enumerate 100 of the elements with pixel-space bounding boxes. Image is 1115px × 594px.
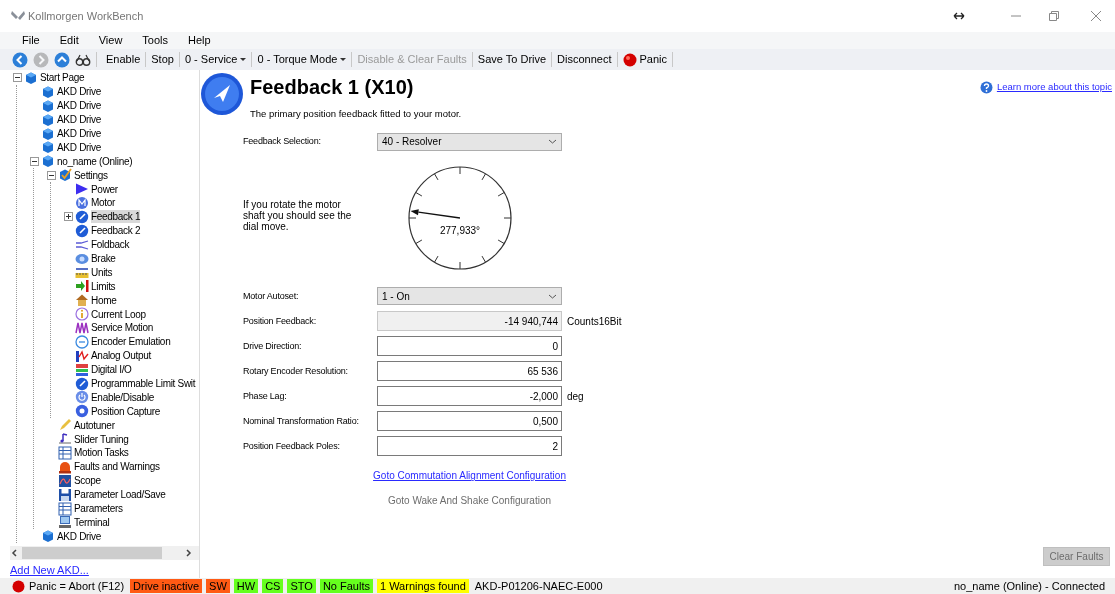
capture-icon: [75, 404, 89, 419]
tree-item[interactable]: Digital I/O: [91, 363, 132, 377]
menu-item[interactable]: View: [90, 32, 131, 49]
tree-item[interactable]: Faults and Warnings: [74, 460, 160, 474]
tree-item[interactable]: Feedback 1: [91, 210, 141, 224]
status-badge: STO: [287, 579, 316, 593]
tree-item[interactable]: AKD Drive: [57, 127, 101, 140]
config-link[interactable]: Goto Commutation Alignment Configuration: [373, 468, 566, 484]
alarm-icon: [58, 459, 72, 474]
unit-label: Counts16Bit: [567, 314, 622, 329]
cube-icon: [24, 70, 38, 85]
expand-icon[interactable]: [63, 212, 73, 222]
tree-item[interactable]: Settings: [74, 168, 108, 182]
chevron-down-icon: [548, 293, 557, 299]
feedback-select[interactable]: 40 - Resolver: [377, 132, 562, 151]
pencil-icon: [58, 418, 72, 433]
cube-icon: [41, 529, 55, 544]
tree-item[interactable]: AKD Drive: [57, 140, 101, 154]
tree-item[interactable]: AKD Drive: [57, 99, 101, 113]
input-field[interactable]: -14 940,744: [377, 311, 562, 332]
status-badge: No Faults: [319, 579, 373, 593]
save-icon: [58, 487, 72, 502]
tree-item[interactable]: Current Loop: [91, 307, 146, 321]
help-icon[interactable]: [979, 80, 993, 94]
dropdown-button[interactable]: 0 - Torque Mode: [254, 50, 350, 69]
foldback-icon: [75, 237, 89, 252]
caret-icon: [340, 58, 347, 61]
collapse-icon[interactable]: [12, 73, 22, 83]
tree-item[interactable]: Parameters: [74, 502, 123, 516]
scroll-left-icon[interactable]: [10, 547, 20, 558]
device-model: AKD-P01206-NAEC-E000: [474, 578, 603, 594]
tree-item[interactable]: Feedback 2: [91, 224, 141, 238]
tree-item[interactable]: Terminal: [74, 515, 110, 529]
scrollbar-thumb[interactable]: [22, 546, 162, 559]
toolbar-button[interactable]: Enable: [103, 50, 144, 69]
restore-icon[interactable]: [1049, 11, 1059, 21]
input-field[interactable]: 0,500: [377, 411, 562, 432]
tree-item[interactable]: AKD Drive: [57, 113, 101, 127]
back-icon[interactable]: [12, 51, 28, 68]
tree-item[interactable]: Slider Tuning: [74, 432, 129, 446]
tree-item[interactable]: Motion Tasks: [74, 446, 129, 460]
tree-item[interactable]: no_name (Online): [57, 154, 133, 168]
tree-item[interactable]: Encoder Emulation: [91, 335, 171, 349]
gauge-icon: [75, 376, 89, 391]
menu-item[interactable]: Edit: [51, 32, 87, 49]
field-label: Position Feedback:: [243, 314, 317, 328]
close-icon[interactable]: [1091, 11, 1101, 21]
horizontal-scrollbar[interactable]: [10, 545, 199, 560]
collapse-icon[interactable]: [46, 170, 56, 180]
field-label: Nominal Transformation Ratio:: [243, 414, 360, 428]
terminal-icon: [58, 515, 72, 530]
checked-cube-icon: [58, 168, 72, 183]
menu-item[interactable]: Help: [180, 32, 219, 49]
tree-item[interactable]: Foldback: [91, 238, 130, 252]
tree-item[interactable]: Enable/Disable: [91, 390, 155, 404]
config-text: Goto Wake And Shake Configuration: [387, 494, 552, 509]
add-new-link[interactable]: Add New AKD...: [10, 561, 89, 578]
status-badge: SW: [206, 579, 230, 593]
tree-item[interactable]: Position Capture: [91, 404, 161, 418]
menu-item[interactable]: Tools: [134, 32, 177, 49]
scroll-right-icon[interactable]: [183, 547, 193, 558]
input-field[interactable]: 2: [377, 436, 562, 457]
toolbar-button[interactable]: Disconnect: [554, 50, 615, 69]
collapse-icon[interactable]: [29, 156, 39, 166]
up-icon[interactable]: [54, 51, 70, 68]
cube-icon: [41, 140, 55, 155]
autoset-select[interactable]: 1 - On: [377, 287, 562, 306]
tree-item[interactable]: AKD Drive: [57, 85, 101, 99]
tree-item[interactable]: Scope: [74, 474, 101, 488]
tree-item[interactable]: Start Page: [40, 71, 85, 85]
input-field[interactable]: 0: [377, 336, 562, 357]
tree-item[interactable]: Programmable Limit Swit: [91, 377, 196, 391]
table-icon: [58, 501, 72, 516]
tree-item[interactable]: AKD Drive: [57, 529, 101, 543]
unit-label: deg: [567, 389, 584, 404]
panic-button[interactable]: Panic: [619, 50, 671, 69]
tree-item[interactable]: Service Motion: [91, 321, 153, 335]
dial-reading: 277,933°: [439, 225, 481, 237]
toolbar-button[interactable]: Stop: [148, 50, 177, 69]
toolbar-button[interactable]: Save To Drive: [474, 50, 550, 69]
motor-icon: [75, 195, 89, 210]
tree-item[interactable]: Units: [91, 265, 113, 279]
menu-item[interactable]: File: [14, 32, 48, 49]
dial-hint: If you rotate the motor shaft you should see the dial move.: [243, 198, 353, 232]
tree-item[interactable]: Parameter Load/Save: [74, 488, 166, 502]
tree-item[interactable]: Brake: [91, 252, 116, 265]
tree-item[interactable]: Motor: [91, 196, 116, 210]
input-field[interactable]: 65 536: [377, 361, 562, 382]
tree-item[interactable]: Analog Output: [91, 349, 152, 363]
ruler-icon: [75, 265, 89, 280]
cube-icon: [41, 98, 55, 113]
tree-item[interactable]: Autotuner: [74, 418, 115, 432]
tree-item[interactable]: Power: [91, 182, 118, 196]
input-field[interactable]: -2,000: [377, 386, 562, 407]
help-link[interactable]: Learn more about this topic: [996, 80, 1112, 95]
tree-item[interactable]: Limits: [91, 279, 116, 293]
resize-icon[interactable]: [953, 12, 965, 20]
dropdown-button[interactable]: 0 - Service: [181, 50, 250, 69]
tree-item[interactable]: Home: [91, 293, 117, 307]
gauge-icon: [75, 223, 89, 238]
